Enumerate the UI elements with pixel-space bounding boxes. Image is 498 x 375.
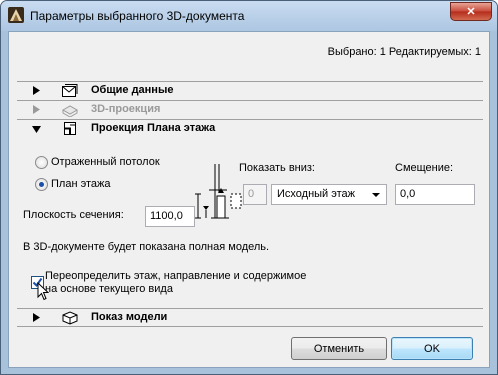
cut-plane-diagram-icon <box>195 164 242 219</box>
window-title: Параметры выбранного 3D-документа <box>30 9 245 23</box>
section-general-label: Общие данные <box>91 84 174 96</box>
chevron-down-icon <box>372 193 380 197</box>
3d-projection-icon <box>61 105 79 117</box>
cancel-button[interactable]: Отменить <box>291 337 387 360</box>
override-label-line2: на основе текущего вида <box>45 283 173 295</box>
show-down-select[interactable]: Исходный этаж <box>271 184 387 205</box>
close-icon: ✕ <box>466 6 476 18</box>
section-3d-projection: 3D-проекция <box>17 100 483 118</box>
section-floorplan-projection[interactable]: Проекция Плана этажа <box>17 119 483 137</box>
full-model-info-text: В 3D-документе будет показана полная мод… <box>23 241 270 253</box>
archicad-app-icon <box>8 7 24 23</box>
title-bar[interactable]: Параметры выбранного 3D-документа ✕ <box>1 1 497 31</box>
section-model-display-label: Показ модели <box>91 311 168 323</box>
show-down-count-field: 0 <box>243 184 267 205</box>
section-divider <box>17 326 483 327</box>
offset-field[interactable]: 0,0 <box>395 184 475 205</box>
cut-plane-field[interactable]: 1100,0 <box>145 206 195 227</box>
cut-plane-label: Плоскость сечения: <box>23 209 124 221</box>
mouse-pointer-icon <box>37 282 49 301</box>
radio-floorplan[interactable] <box>35 178 48 191</box>
dialog-client-area: Выбрано: 1 Редактируемых: 1 Общие данные… <box>8 31 490 368</box>
close-button[interactable]: ✕ <box>450 2 492 21</box>
section-floorplan-label: Проекция Плана этажа <box>91 122 216 134</box>
radio-reflected-ceiling-label: Отраженный потолок <box>51 156 160 168</box>
collapsed-arrow-icon <box>33 105 40 114</box>
show-down-select-value: Исходный этаж <box>277 188 356 200</box>
model-display-icon <box>62 311 78 325</box>
collapsed-arrow-icon <box>33 86 40 95</box>
show-down-label: Показать вниз: <box>239 162 315 174</box>
selection-info: Выбрано: 1 Редактируемых: 1 <box>327 46 481 58</box>
expanded-arrow-icon <box>32 126 41 133</box>
section-general[interactable]: Общие данные <box>17 81 483 99</box>
general-data-icon <box>62 84 78 97</box>
radio-floorplan-label: План этажа <box>51 178 111 190</box>
section-model-display[interactable]: Показ модели <box>17 308 483 326</box>
offset-label: Смещение: <box>395 162 454 174</box>
radio-reflected-ceiling[interactable] <box>35 156 48 169</box>
override-label-line1: Переопределить этаж, направление и содер… <box>45 270 307 282</box>
dialog-window: Параметры выбранного 3D-документа ✕ Выбр… <box>0 0 498 375</box>
section-3d-projection-label: 3D-проекция <box>91 103 161 115</box>
collapsed-arrow-icon <box>33 313 40 322</box>
ok-button[interactable]: OK <box>391 337 473 360</box>
floorplan-icon <box>64 122 76 135</box>
